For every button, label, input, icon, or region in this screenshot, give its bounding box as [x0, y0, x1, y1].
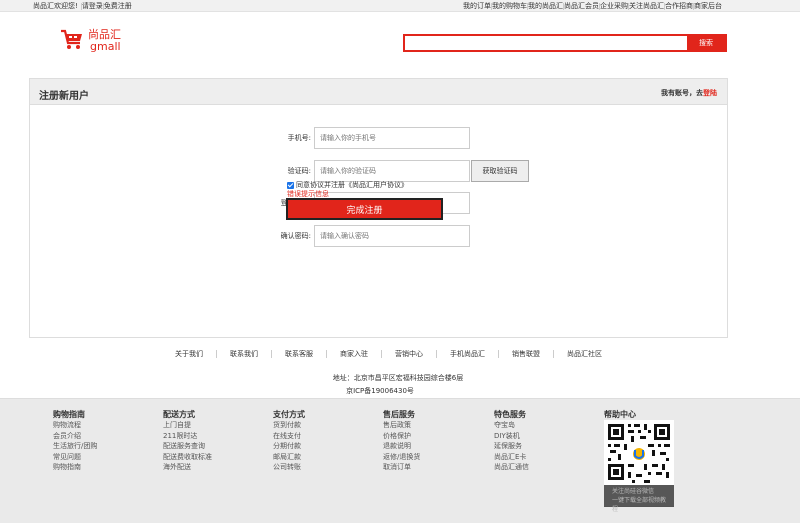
footer-link-mobile[interactable]: 手机尚品汇: [437, 349, 498, 359]
qr-caption: 关注尚硅谷微信 一键下载全部视频教程: [604, 485, 674, 513]
column-link[interactable]: 取消订单: [383, 462, 420, 473]
nav-follow[interactable]: 关注尚品汇: [629, 1, 664, 11]
top-bar-left: 尚品汇欢迎您! 请登录 免费注册: [30, 1, 132, 11]
column-link[interactable]: 价格保护: [383, 431, 420, 442]
page-title: 注册新用户: [39, 91, 89, 102]
help-column-payment: 支付方式 货到付款 在线支付 分期付款 邮局汇款 公司转账: [273, 409, 305, 473]
column-title: 售后服务: [383, 410, 415, 419]
nav-my-cart[interactable]: 我的购物车: [492, 1, 527, 11]
footer-link-community[interactable]: 尚品汇社区: [554, 349, 615, 359]
column-title: 购物指南: [53, 410, 85, 419]
complete-register-button[interactable]: 完成注册: [286, 198, 443, 220]
register-link[interactable]: 免费注册: [104, 1, 132, 11]
register-header: 注册新用户 我有账号，去登陆: [30, 79, 727, 105]
column-link[interactable]: 配送费收取标准: [163, 452, 212, 463]
nav-seller[interactable]: 商家后台: [694, 1, 722, 11]
column-link[interactable]: 在线支付: [273, 431, 305, 442]
nav-my-account[interactable]: 我的尚品汇: [528, 1, 563, 11]
column-link[interactable]: 返修/退换货: [383, 452, 420, 463]
help-column-special: 特色服务 夺宝岛 DIY装机 延保服务 尚品汇E卡 尚品汇通信: [494, 409, 529, 473]
top-bar-nav: 我的订单 我的购物车 我的尚品汇 尚品汇会员 企业采购 关注尚品汇 合作招商 商…: [463, 1, 722, 11]
column-link[interactable]: 尚品汇通信: [494, 462, 529, 473]
column-link[interactable]: 上门自提: [163, 420, 212, 431]
bottom-help-section: 购物指南 购物流程 会员介绍 生活旅行/团购 常见问题 购物指南 配送方式 上门…: [0, 398, 800, 523]
qr-caption-line1: 关注尚硅谷微信: [612, 488, 655, 495]
search-bar: 搜索: [403, 34, 727, 52]
column-link[interactable]: 购物流程: [53, 420, 97, 431]
code-input[interactable]: [314, 160, 470, 182]
footer-icp: 京ICP备19006430号: [346, 387, 414, 395]
nav-my-orders[interactable]: 我的订单: [463, 1, 491, 11]
footer-links: 关于我们 联系我们 联系客服 商家入驻 营销中心 手机尚品汇 销售联盟 尚品汇社…: [175, 349, 615, 359]
column-link[interactable]: 购物指南: [53, 462, 97, 473]
help-column-center: 帮助中心: [604, 409, 636, 420]
agreement-checkbox[interactable]: [287, 181, 294, 189]
column-title: 帮助中心: [604, 410, 636, 419]
nav-member[interactable]: 尚品汇会员: [564, 1, 599, 11]
site-logo[interactable]: 尚品汇 gmall: [60, 28, 140, 58]
footer-link-alliance[interactable]: 销售联盟: [499, 349, 553, 359]
column-link[interactable]: 配送服务查询: [163, 441, 212, 452]
column-link[interactable]: DIY装机: [494, 431, 529, 442]
help-column-guide: 购物指南 购物流程 会员介绍 生活旅行/团购 常见问题 购物指南: [53, 409, 97, 473]
help-column-delivery: 配送方式 上门自提 211限时达 配送服务查询 配送费收取标准 海外配送: [163, 409, 212, 473]
footer-link-service[interactable]: 联系客服: [272, 349, 326, 359]
logo-text-en: gmall: [90, 40, 121, 53]
welcome-text: 尚品汇欢迎您!: [33, 2, 78, 10]
footer-link-about[interactable]: 关于我们: [175, 349, 216, 359]
column-link[interactable]: 尚品汇E卡: [494, 452, 529, 463]
confirm-password-label: 确认密码:: [280, 232, 311, 240]
top-bar: 尚品汇欢迎您! 请登录 免费注册 我的订单 我的购物车 我的尚品汇 尚品汇会员 …: [0, 0, 800, 12]
column-title: 特色服务: [494, 410, 526, 419]
shopping-cart-icon: [61, 29, 82, 49]
column-link[interactable]: 分期付款: [273, 441, 305, 452]
code-row: 验证码: 获取验证码: [271, 160, 529, 182]
phone-input[interactable]: [314, 127, 470, 149]
footer-link-contact[interactable]: 联系我们: [217, 349, 271, 359]
have-account-text: 我有账号，去: [661, 89, 703, 97]
help-column-aftersale: 售后服务 售后政策 价格保护 退款说明 返修/退换货 取消订单: [383, 409, 420, 473]
nav-partner[interactable]: 合作招商: [665, 1, 693, 11]
search-button[interactable]: 搜索: [687, 36, 725, 50]
column-link[interactable]: 211限时达: [163, 431, 212, 442]
column-link[interactable]: 退款说明: [383, 441, 420, 452]
column-link[interactable]: 售后政策: [383, 420, 420, 431]
column-link[interactable]: 夺宝岛: [494, 420, 529, 431]
column-title: 支付方式: [273, 410, 305, 419]
search-input[interactable]: [405, 36, 687, 50]
phone-label: 手机号:: [287, 134, 311, 142]
column-title: 配送方式: [163, 410, 195, 419]
column-link[interactable]: 海外配送: [163, 462, 212, 473]
confirm-password-row: 确认密码:: [271, 225, 470, 247]
code-label: 验证码:: [287, 167, 311, 175]
have-account-tip: 我有账号，去登陆: [661, 88, 717, 98]
footer-address: 地址：北京市昌平区宏福科技园综合楼6层: [332, 374, 464, 382]
nav-enterprise[interactable]: 企业采购: [600, 1, 628, 11]
qr-caption-line2: 一键下载全部视频教程: [612, 497, 667, 513]
get-code-button[interactable]: 获取验证码: [471, 160, 529, 182]
footer-link-marketing[interactable]: 营销中心: [382, 349, 436, 359]
column-link[interactable]: 生活旅行/团购: [53, 441, 97, 452]
footer-link-seller[interactable]: 商家入驻: [327, 349, 381, 359]
column-link[interactable]: 延保服务: [494, 441, 529, 452]
go-login-link[interactable]: 登陆: [703, 89, 717, 97]
column-link[interactable]: 常见问题: [53, 452, 97, 463]
column-link[interactable]: 公司转账: [273, 462, 305, 473]
column-link[interactable]: 货到付款: [273, 420, 305, 431]
phone-row: 手机号:: [271, 127, 470, 149]
column-link[interactable]: 邮局汇款: [273, 452, 305, 463]
confirm-password-input[interactable]: [314, 225, 470, 247]
column-link[interactable]: 会员介绍: [53, 431, 97, 442]
login-link[interactable]: 请登录: [82, 1, 103, 11]
